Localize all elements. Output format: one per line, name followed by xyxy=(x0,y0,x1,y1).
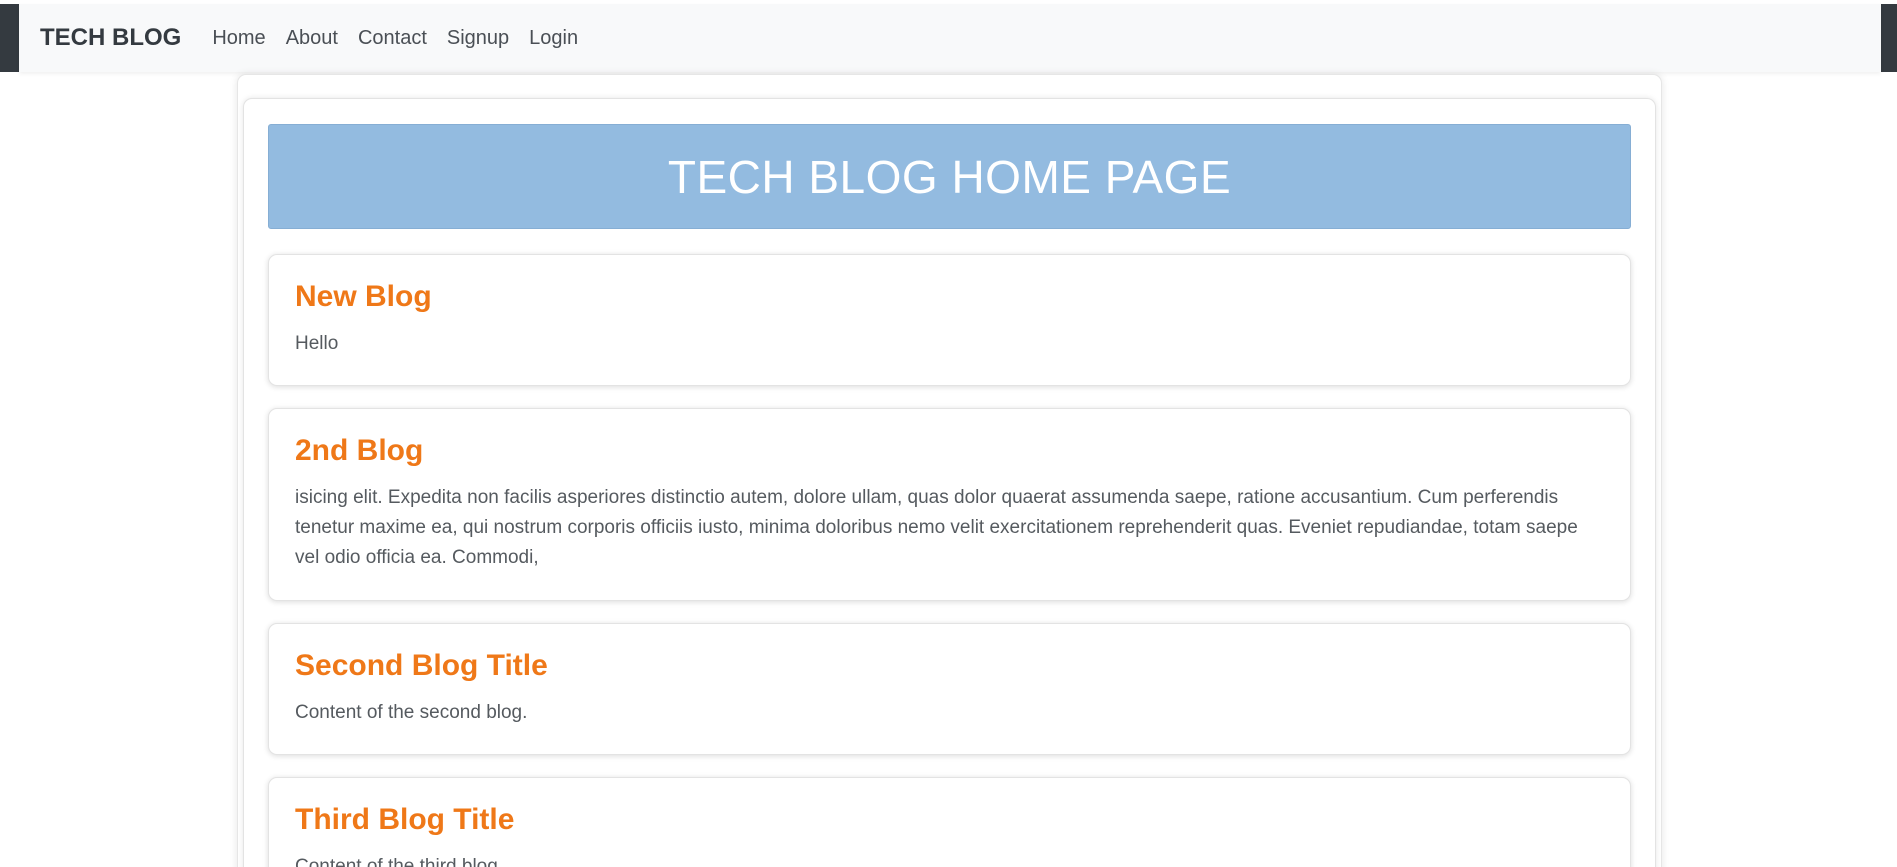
nav-link-signup[interactable]: Signup xyxy=(447,27,509,50)
blog-post-title[interactable]: Second Blog Title xyxy=(295,648,1604,684)
window-edge-right xyxy=(1881,4,1897,72)
page-title: TECH BLOG HOME PAGE xyxy=(667,150,1232,203)
nav-link-about[interactable]: About xyxy=(286,27,338,50)
blog-post-body: Hello xyxy=(295,333,339,354)
blog-post-card: New Blog Hello xyxy=(268,254,1631,386)
blog-post-card: 2nd Blog isicing elit. Expedita non faci… xyxy=(268,408,1631,601)
blog-post-title[interactable]: 2nd Blog xyxy=(295,433,1604,469)
blog-post-title[interactable]: New Blog xyxy=(295,279,1604,315)
blog-post-body: Content of the third blog. xyxy=(295,856,504,867)
blog-post-title[interactable]: Third Blog Title xyxy=(295,802,1604,838)
blog-post-card: Third Blog Title Content of the third bl… xyxy=(268,777,1631,867)
nav-link-login[interactable]: Login xyxy=(529,27,578,50)
blog-post-card: Second Blog Title Content of the second … xyxy=(268,623,1631,755)
nav-link-home[interactable]: Home xyxy=(212,27,265,50)
brand-link[interactable]: TECH BLOG xyxy=(40,24,181,52)
blog-post-body: isicing elit. Expedita non facilis asper… xyxy=(295,487,1578,568)
window-edge-left xyxy=(0,4,19,72)
page: TECH BLOG Home About Contact Signup Logi… xyxy=(0,0,1897,867)
hero-banner: TECH BLOG HOME PAGE xyxy=(268,124,1631,229)
blog-post-body: Content of the second blog. xyxy=(295,702,528,723)
nav-link-contact[interactable]: Contact xyxy=(358,27,427,50)
top-navbar: TECH BLOG Home About Contact Signup Logi… xyxy=(19,4,1881,72)
